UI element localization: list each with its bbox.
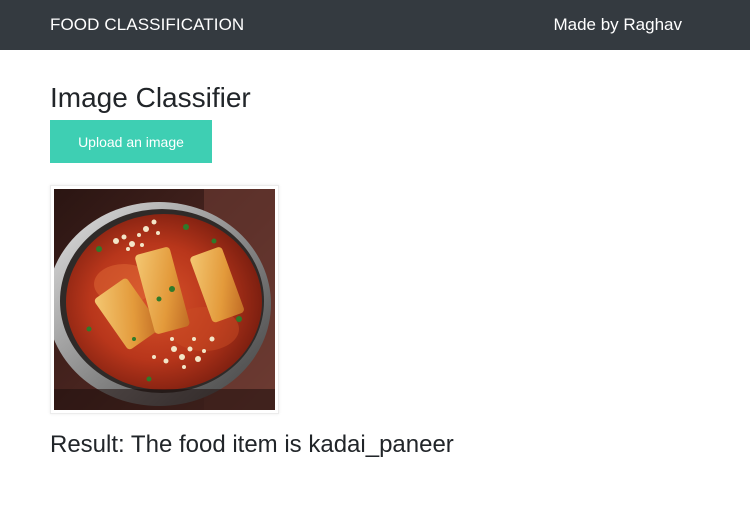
upload-image-button[interactable]: Upload an image (50, 120, 212, 163)
top-navbar: FOOD CLASSIFICATION Made by Raghav (0, 0, 750, 50)
classification-result: Result: The food item is kadai_paneer (50, 431, 454, 458)
food-image (54, 189, 275, 410)
page-title: Image Classifier (50, 82, 251, 113)
uploaded-image-frame (50, 185, 279, 414)
brand-link[interactable]: FOOD CLASSIFICATION (50, 15, 244, 35)
author-credit: Made by Raghav (553, 15, 682, 34)
